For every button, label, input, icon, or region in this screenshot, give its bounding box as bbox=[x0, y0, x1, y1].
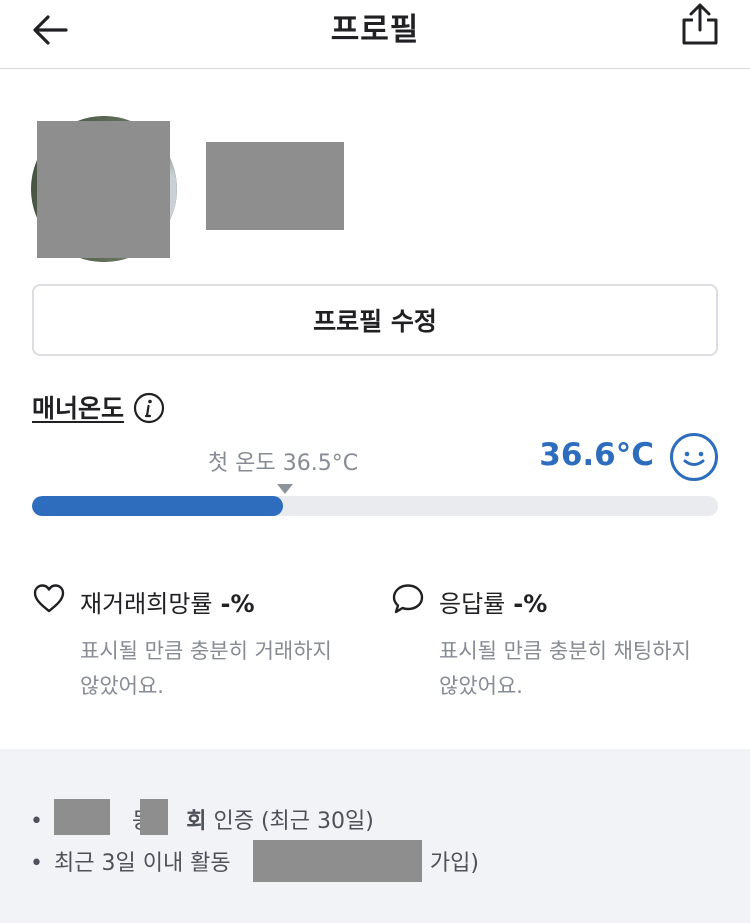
rehire-rate-description: 표시될 만큼 충분히 거래하지 않았어요. bbox=[80, 639, 332, 698]
verification-count-suffix: 회 bbox=[186, 809, 207, 834]
recent-activity-text: 최근 3일 이내 활동 bbox=[54, 851, 231, 876]
redacted-avatar-block bbox=[37, 121, 170, 258]
verification-period: 인증 (최근 30일) bbox=[213, 809, 374, 834]
edit-profile-button[interactable]: 프로필 수정 bbox=[32, 284, 718, 356]
manner-temperature-label[interactable]: 매너온도 bbox=[32, 389, 124, 425]
first-temperature-label: 첫 온도 36.5°C bbox=[208, 451, 359, 476]
temperature-value: 36.6°C bbox=[539, 437, 654, 473]
temperature-bar bbox=[32, 496, 718, 516]
info-icon[interactable] bbox=[133, 392, 165, 424]
response-rate-title: 응답률 -% bbox=[439, 584, 547, 619]
redacted-nickname-block bbox=[206, 142, 344, 230]
smiley-face-icon bbox=[670, 433, 718, 481]
page-title: 프로필 bbox=[330, 12, 420, 48]
activity-info-panel bbox=[0, 749, 750, 923]
redacted-neighborhood-block bbox=[54, 799, 110, 835]
first-temperature-marker bbox=[277, 484, 293, 494]
temperature-bar-fill bbox=[32, 496, 284, 516]
response-rate-label: 응답률 bbox=[439, 590, 506, 618]
response-rate-value: -% bbox=[513, 590, 548, 618]
chat-bubble-icon bbox=[392, 584, 424, 614]
redacted-count-block bbox=[140, 799, 168, 835]
heart-icon bbox=[33, 584, 65, 613]
rehire-rate-label: 재거래희망률 bbox=[80, 590, 213, 618]
share-button[interactable] bbox=[676, 0, 724, 48]
rehire-rate-title: 재거래희망률 -% bbox=[80, 584, 255, 619]
share-icon bbox=[682, 3, 718, 45]
top-app-bar: 프로필 bbox=[0, 0, 750, 69]
bullet: • bbox=[30, 851, 43, 876]
response-rate-description: 표시될 만큼 충분히 채팅하지 않았어요. bbox=[439, 639, 691, 698]
redacted-join-date-block bbox=[253, 840, 422, 882]
rehire-rate-value: -% bbox=[220, 590, 255, 618]
bullet: • bbox=[30, 809, 43, 834]
